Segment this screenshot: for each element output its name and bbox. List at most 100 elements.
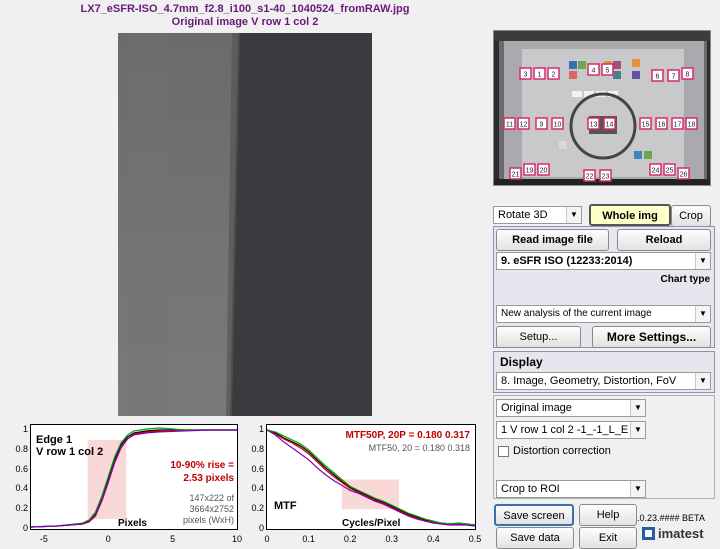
roi-box[interactable]: 18	[685, 117, 698, 130]
distortion-correction-label: Distortion correction	[513, 445, 611, 457]
chevron-down-icon: ▼	[695, 253, 710, 269]
y-tick-label: 0.6	[15, 463, 28, 474]
edge-roi-image[interactable]	[118, 33, 372, 416]
chart-thumbnail[interactable]: 3 1 2 4 5 6 7 8 11 12 9 10 13 14 15 16 17 18 21 19 20 22 23 24 2…	[493, 30, 711, 186]
roi-number-label: 1	[538, 72, 542, 79]
roi-number-label: 23	[602, 174, 610, 181]
roi-box[interactable]: 5	[601, 63, 614, 76]
crop-mode-select[interactable]: Crop to ROI ▼	[496, 480, 646, 498]
roi-number-label: 21	[512, 172, 520, 179]
roi-box[interactable]: 6	[651, 69, 664, 82]
roi-number-label: 22	[586, 174, 594, 181]
roi-box[interactable]: 22	[583, 169, 596, 182]
display-mode-value: 8. Image, Geometry, Distortion, FoV	[501, 375, 677, 387]
save-screen-button[interactable]: Save screen	[494, 504, 574, 526]
edge-image-graphic	[118, 33, 372, 416]
roi-box[interactable]: 15	[639, 117, 652, 130]
roi-box[interactable]: 17	[671, 117, 684, 130]
y-tick-label: 0	[22, 523, 28, 533]
analysis-mode-select[interactable]: New analysis of the current image ▼	[496, 305, 711, 323]
roi-box[interactable]: 1	[533, 67, 546, 80]
rotate-select[interactable]: Rotate 3D ▼	[493, 206, 582, 224]
roi-box[interactable]: 11	[503, 117, 516, 130]
y-tick-label: 0.4	[15, 483, 28, 494]
display-label: Display	[500, 355, 543, 369]
chart-type-select[interactable]: 9. eSFR ISO (12233:2014) ▼	[496, 252, 711, 270]
roi-box[interactable]: 8	[681, 67, 694, 80]
chart-type-label: Chart type	[660, 274, 710, 285]
x-tick-label: 0.5	[468, 534, 482, 544]
chart-type-value: 9. eSFR ISO (12233:2014)	[501, 255, 633, 267]
roi-box[interactable]: 2	[547, 67, 560, 80]
roi-box[interactable]: 14	[603, 117, 616, 130]
x-tick-label: 5	[170, 534, 176, 544]
roi-number-label: 25	[666, 168, 674, 175]
analysis-mode-value: New analysis of the current image	[501, 308, 652, 319]
y-tick-label: 0	[258, 523, 264, 533]
y-tick-label: 0.8	[15, 443, 28, 454]
chevron-down-icon: ▼	[630, 481, 645, 497]
roi-number-label: 20	[540, 168, 548, 175]
y-tick-label: 0.2	[251, 503, 264, 514]
help-button[interactable]: Help	[579, 504, 637, 526]
roi-box[interactable]: 13	[587, 117, 600, 130]
crop-button[interactable]: Crop	[671, 205, 711, 227]
roi-number-label: 17	[674, 122, 682, 129]
chevron-down-icon: ▼	[695, 373, 710, 389]
setup-button[interactable]: Setup...	[496, 326, 581, 348]
image-type-select[interactable]: Original image ▼	[496, 399, 646, 417]
roi-number-label: 26	[680, 172, 688, 179]
roi-box[interactable]: 9	[535, 117, 548, 130]
roi-number-label: 19	[526, 168, 534, 175]
roi-box[interactable]: 4	[587, 63, 600, 76]
read-image-file-button[interactable]: Read image file	[496, 229, 609, 251]
display-mode-select[interactable]: 8. Image, Geometry, Distortion, FoV ▼	[496, 372, 711, 390]
image-size-label: 3664x2752	[189, 504, 234, 514]
roi-box[interactable]: 21	[509, 167, 522, 180]
chevron-down-icon: ▼	[695, 306, 710, 322]
roi-number-label: 11	[506, 122, 513, 129]
roi-box[interactable]: 16	[655, 117, 668, 130]
y-tick-label: 0.2	[15, 503, 28, 514]
roi-number-label: 9	[540, 122, 544, 129]
roi-select[interactable]: 1 V row 1 col 2 -1_-1_L_E ▼	[496, 421, 646, 439]
mtf-plot-xlabel: Cycles/Pixel	[342, 518, 401, 529]
more-settings-button[interactable]: More Settings...	[592, 326, 711, 348]
x-tick-label: 0.4	[427, 534, 440, 544]
edge-plot-title: Edge 1	[36, 434, 73, 446]
roi-number-label: 7	[672, 74, 676, 81]
roi-box[interactable]: 23	[599, 169, 612, 182]
roi-number-label: 6	[656, 74, 660, 81]
y-tick-label: 0.4	[251, 483, 264, 494]
version-text: .0.23.#### BETA	[637, 513, 705, 523]
roi-box[interactable]: 20	[537, 163, 550, 176]
roi-box[interactable]: 10	[551, 117, 564, 130]
y-tick-label: 0.8	[251, 443, 264, 454]
roi-number-label: 4	[592, 68, 596, 75]
chevron-down-icon: ▼	[630, 422, 645, 438]
roi-number-label: 15	[642, 122, 650, 129]
imatest-brand: imatest	[658, 526, 704, 541]
image-filename: LX7_eSFR-ISO_4.7mm_f2.8_i100_s1-40_10405…	[80, 3, 410, 15]
roi-box[interactable]: 25	[663, 163, 676, 176]
distortion-correction-checkbox[interactable]	[498, 446, 509, 457]
save-data-button[interactable]: Save data	[496, 527, 574, 549]
mtf-plot-title: MTF	[274, 500, 297, 512]
roi-box[interactable]: 3	[519, 67, 532, 80]
edge-plot-xlabel: Pixels	[118, 518, 147, 529]
x-tick-label: 0	[264, 534, 270, 544]
roi-box[interactable]: 7	[667, 69, 680, 82]
whole-img-button[interactable]: Whole img	[589, 204, 671, 226]
roi-number-label: 13	[590, 122, 598, 129]
roi-box[interactable]: 26	[677, 167, 690, 180]
roi-number-label: 24	[652, 168, 660, 175]
reload-button[interactable]: Reload	[617, 229, 711, 251]
mtf50p-label: MTF50P, 20P = 0.180 0.317	[345, 430, 470, 441]
exit-button[interactable]: Exit	[579, 527, 637, 549]
roi-number-label: 10	[554, 122, 562, 129]
roi-box[interactable]: 24	[649, 163, 662, 176]
mtf50-label: MTF50, 20 = 0.180 0.318	[368, 443, 470, 453]
x-tick-label: 0.3	[385, 534, 399, 544]
roi-box[interactable]: 12	[517, 117, 530, 130]
roi-box[interactable]: 19	[523, 163, 536, 176]
